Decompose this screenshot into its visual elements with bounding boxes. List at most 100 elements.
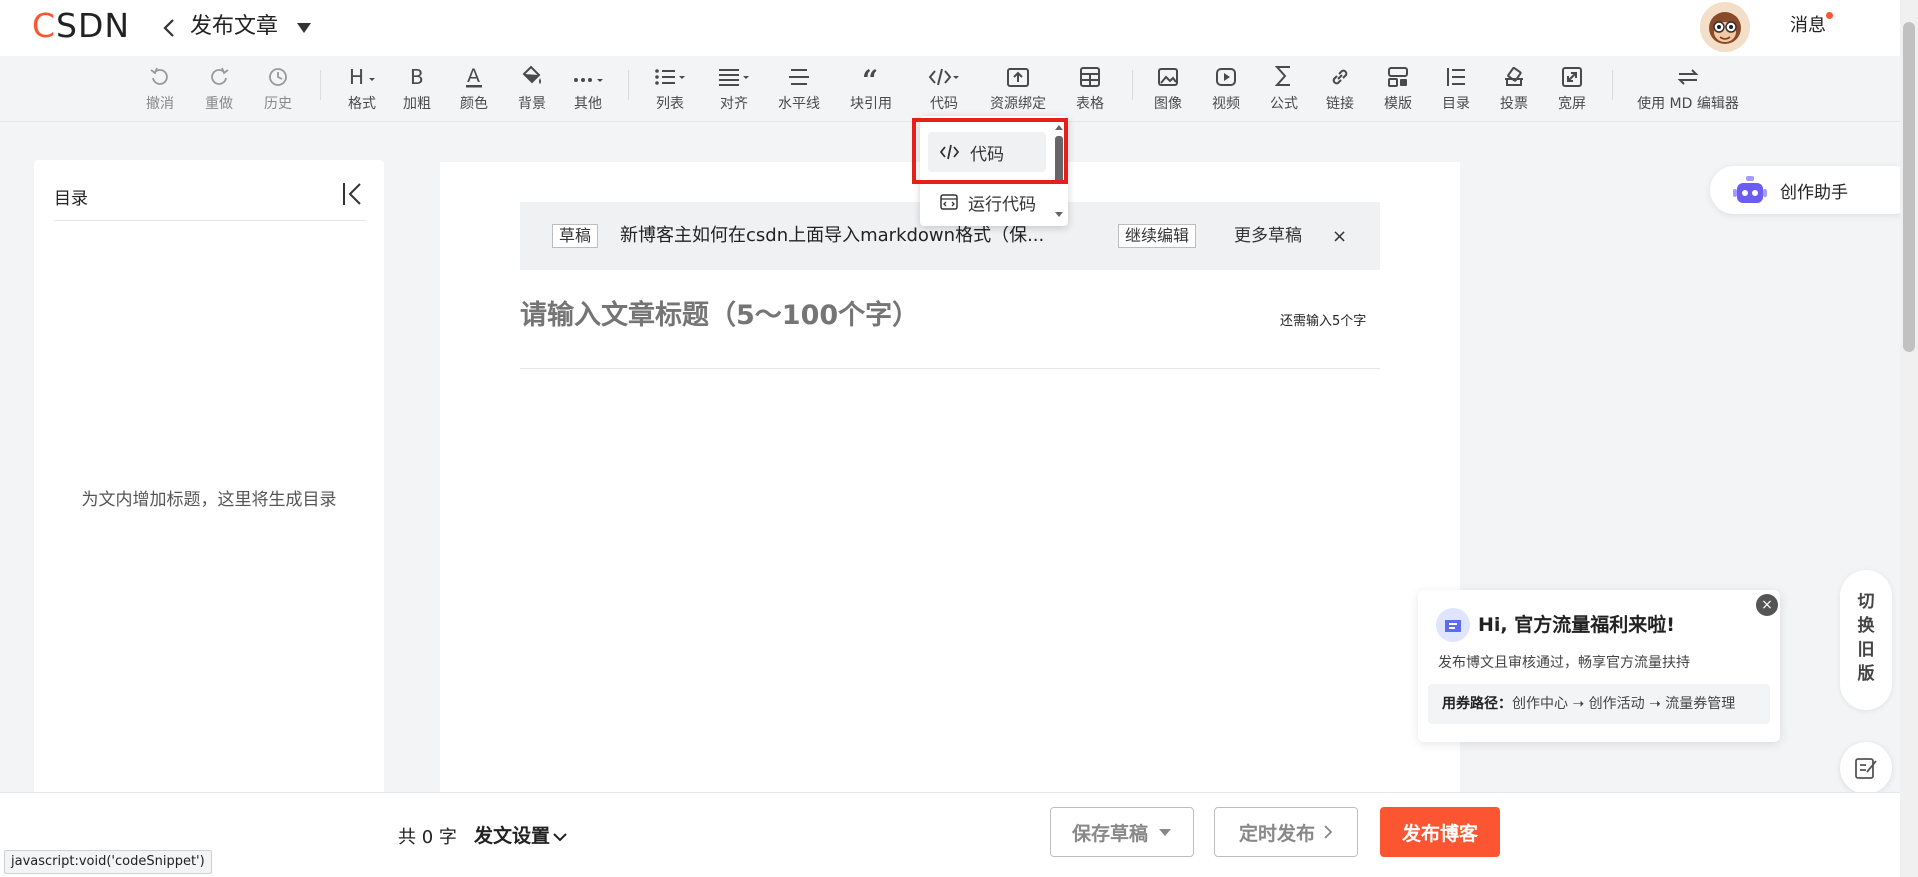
background-icon: [512, 56, 552, 88]
toc-empty-text: 为文内增加标题，这里将生成目录: [81, 490, 337, 510]
link-icon: [1320, 56, 1360, 88]
back-arrow-icon[interactable]: [160, 14, 180, 42]
promo-title: Hi, 官方流量福利来啦!: [1478, 614, 1675, 636]
image-icon: [1148, 56, 1188, 88]
run-code-icon: [940, 194, 958, 210]
quote-icon: “: [846, 56, 896, 88]
editor-panel: 草稿 新博客主如何在csdn上面导入markdown格式（保... 继续编辑 更…: [440, 162, 1460, 802]
avatar[interactable]: [1700, 2, 1750, 52]
messages-link[interactable]: 消息: [1790, 14, 1826, 38]
chevron-down-icon: [552, 831, 568, 843]
robot-icon: [1732, 174, 1768, 208]
format-button[interactable]: H 格式: [342, 56, 382, 120]
toolbar-divider: [1132, 70, 1133, 100]
blockquote-button[interactable]: “ 块引用: [846, 56, 896, 120]
svg-text:B: B: [410, 65, 424, 88]
close-icon[interactable]: ×: [1756, 594, 1778, 616]
upload-icon: [986, 56, 1050, 88]
close-icon[interactable]: ×: [1332, 226, 1347, 247]
switch-old-version-button[interactable]: 切 换 旧 版: [1840, 570, 1892, 710]
vote-button[interactable]: 投票: [1494, 56, 1534, 120]
post-settings-toggle[interactable]: 发文设置: [474, 821, 568, 848]
continue-edit-button[interactable]: 继续编辑: [1118, 224, 1197, 248]
title-divider: [520, 368, 1380, 369]
top-bar: CSDN 发布文章 消息: [0, 0, 1918, 56]
md-editor-button[interactable]: 使用 MD 编辑器: [1630, 56, 1746, 120]
code-button[interactable]: 代码: [924, 56, 964, 120]
bold-icon: B: [397, 56, 437, 88]
video-button[interactable]: 视频: [1206, 56, 1246, 120]
draft-tag: 草稿: [552, 224, 599, 248]
page-title[interactable]: 发布文章: [190, 12, 278, 42]
notification-dot: [1826, 12, 1833, 19]
promo-icon: [1436, 608, 1470, 642]
code-icon: [924, 56, 964, 88]
word-count: 共 0 字: [398, 827, 457, 848]
more-drafts-link[interactable]: 更多草稿: [1234, 224, 1302, 248]
bold-button[interactable]: B 加粗: [397, 56, 437, 120]
status-url: javascript:void('codeSnippet'): [4, 850, 212, 874]
page-scrollbar[interactable]: [1900, 0, 1918, 877]
chevron-right-icon: [1323, 824, 1333, 840]
svg-text:“: “: [862, 66, 878, 88]
template-button[interactable]: 模版: [1378, 56, 1418, 120]
formula-icon: [1264, 56, 1304, 88]
table-button[interactable]: 表格: [1070, 56, 1110, 120]
edit-note-icon: [1854, 756, 1878, 780]
toc-divider: [54, 220, 366, 221]
caret-down-icon: [1158, 827, 1172, 837]
list-button[interactable]: 列表: [650, 56, 690, 120]
video-icon: [1206, 56, 1246, 88]
background-button[interactable]: 背景: [512, 56, 552, 120]
schedule-publish-button[interactable]: 定时发布: [1214, 807, 1358, 857]
draft-title: 新博客主如何在csdn上面导入markdown格式（保...: [620, 225, 1045, 246]
undo-icon: [140, 56, 180, 88]
horizontal-rule-button[interactable]: 水平线: [774, 56, 824, 120]
title-char-counter: 还需输入5个字: [1280, 314, 1367, 329]
traffic-promo-popup: Hi, 官方流量福利来啦! 发布博文且审核通过，畅享官方流量扶持 用券路径：创作…: [1418, 590, 1780, 742]
svg-text:H: H: [349, 65, 364, 88]
table-icon: [1070, 56, 1110, 88]
toc-icon: [1436, 56, 1476, 88]
toc-panel: 目录 为文内增加标题，这里将生成目录: [34, 160, 384, 800]
save-draft-button[interactable]: 保存草稿: [1050, 807, 1194, 857]
align-button[interactable]: 对齐: [714, 56, 754, 120]
history-button[interactable]: 历史: [258, 56, 298, 120]
widescreen-icon: [1552, 56, 1592, 88]
more-button[interactable]: 其他: [566, 56, 610, 120]
menu-item-run-code[interactable]: 运行代码: [928, 182, 1046, 222]
csdn-logo[interactable]: CSDN: [32, 8, 130, 44]
article-title-input[interactable]: [520, 300, 1220, 331]
scrollbar-thumb[interactable]: [1903, 22, 1915, 352]
template-icon: [1378, 56, 1418, 88]
font-color-button[interactable]: A 颜色: [454, 56, 494, 120]
bottom-bar: 共 0 字 发文设置 保存草稿 定时发布 发布博客: [0, 792, 1900, 877]
toolbar-divider: [628, 70, 629, 100]
toolbar-divider: [1612, 70, 1613, 100]
publish-button[interactable]: 发布博客: [1380, 807, 1500, 857]
widescreen-button[interactable]: 宽屏: [1552, 56, 1592, 120]
editor-toolbar: 撤消 重做 历史 H 格式 B 加粗 A 颜色 背景 其他 列表 对齐 水平线: [0, 56, 1900, 122]
font-color-icon: A: [454, 56, 494, 88]
heading-icon: H: [342, 56, 382, 88]
switch-editor-icon: [1630, 56, 1746, 88]
image-button[interactable]: 图像: [1148, 56, 1188, 120]
formula-button[interactable]: 公式: [1264, 56, 1304, 120]
link-button[interactable]: 链接: [1320, 56, 1360, 120]
undo-button[interactable]: 撤消: [140, 56, 180, 120]
redo-button[interactable]: 重做: [199, 56, 239, 120]
list-icon: [650, 56, 690, 88]
history-icon: [258, 56, 298, 88]
svg-text:A: A: [467, 65, 480, 87]
promo-subtitle: 发布博文且审核通过，畅享官方流量扶持: [1438, 655, 1690, 671]
highlight-box: [912, 118, 1068, 184]
horizontal-rule-icon: [774, 56, 824, 88]
caret-down-icon[interactable]: [296, 22, 312, 34]
promo-path: 用券路径：创作中心 ➝ 创作活动 ➝ 流量券管理: [1428, 684, 1770, 724]
feedback-button[interactable]: [1840, 742, 1892, 794]
resource-bind-button[interactable]: 资源绑定: [986, 56, 1050, 120]
toc-button[interactable]: 目录: [1436, 56, 1476, 120]
redo-icon: [199, 56, 239, 88]
collapse-icon[interactable]: [340, 180, 366, 208]
writing-assistant-button[interactable]: 创作助手: [1710, 166, 1918, 214]
